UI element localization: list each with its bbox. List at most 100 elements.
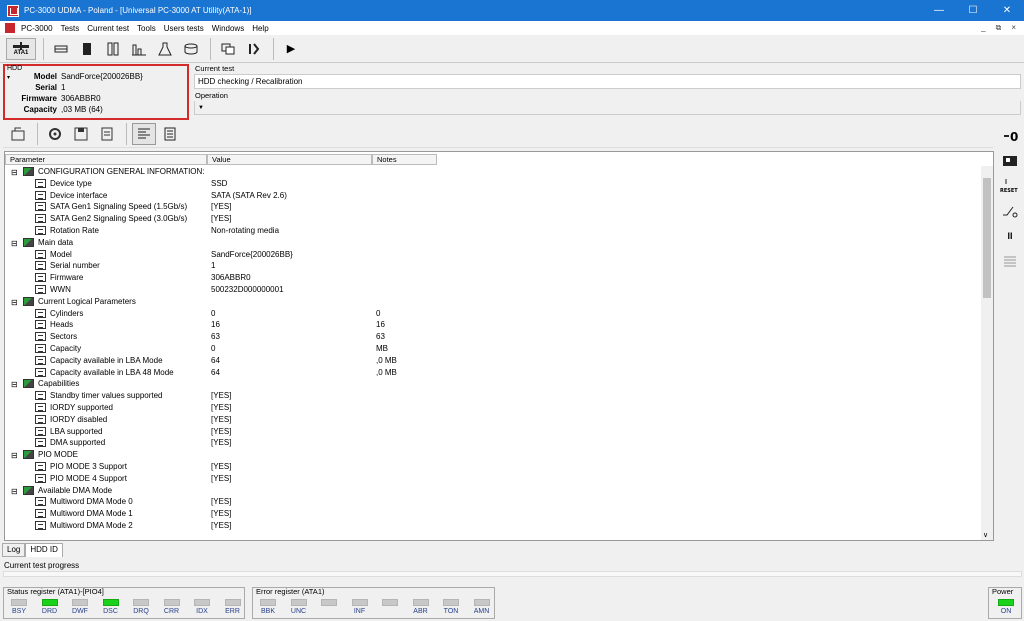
mdi-app-icon[interactable] [5,23,15,33]
windows-tool-button[interactable] [216,38,240,60]
chip-tool-button[interactable] [75,38,99,60]
pcb-button[interactable] [998,150,1022,172]
disk-tool-button[interactable] [179,38,203,60]
save-button[interactable] [69,123,93,145]
parameter-icon [35,225,46,235]
parameter-icon [35,473,46,483]
memory-tool-button[interactable] [101,38,125,60]
grid-row[interactable]: Capacity available in LBA Mode 64 ,0 MB [5,355,981,367]
grid-row[interactable]: PIO MODE 4 Support [YES] [5,473,981,485]
grid-row[interactable]: Cylinders 0 0 [5,308,981,320]
grid-row[interactable]: LBA supported [YES] [5,426,981,438]
current-test-field: HDD checking / Recalibration [194,74,1021,89]
error-register-led-lamp [321,599,337,606]
reset-button[interactable]: RESET [998,175,1022,197]
collapse-icon[interactable]: ⊟ [11,486,21,496]
operation-dropdown-icon[interactable]: ▼ [198,105,204,111]
grid-row[interactable]: Multiword DMA Mode 2 [YES] [5,520,981,532]
grid-row[interactable]: WWN 500232D000000001 [5,284,981,296]
grid-category-row[interactable]: ⊟ Available DMA Mode [5,485,981,497]
collapse-icon[interactable]: ⊟ [11,450,21,460]
grid-row[interactable]: Capacity 0 MB [5,343,981,355]
print-button[interactable] [95,123,119,145]
grid-row[interactable]: Rotation Rate Non-rotating media [5,225,981,237]
pause-button[interactable]: II [998,225,1022,247]
grid-row[interactable]: Model SandForce{200026BB} [5,249,981,261]
value-cell: SandForce{200026BB} [211,249,293,259]
collapse-icon[interactable]: ⊟ [11,379,21,389]
play-icon: ▶ [286,43,296,55]
head-map-button[interactable]: 0 [998,125,1022,147]
runner-icon [249,42,260,55]
menu-tests[interactable]: Tests [57,24,84,33]
collapse-icon[interactable]: ⊟ [11,167,21,177]
grid-category-row[interactable]: ⊟ PIO MODE [5,449,981,461]
grid-vertical-scrollbar[interactable]: ∨ [981,166,993,540]
settings-button[interactable] [43,123,67,145]
grid-category-row[interactable]: ⊟ CONFIGURATION GENERAL INFORMATION: [5,166,981,178]
grid-row[interactable]: PIO MODE 3 Support [YES] [5,461,981,473]
mdi-close-icon[interactable]: × [1011,23,1016,33]
status-register-led-lamp [133,599,149,606]
grid-row[interactable]: Multiword DMA Mode 0 [YES] [5,496,981,508]
current-test-progress: Current test progress [3,560,1022,578]
ata-port-button[interactable]: ATA1 [6,37,36,60]
menu-windows[interactable]: Windows [208,24,248,33]
grid-row[interactable]: IORDY disabled [YES] [5,414,981,426]
heads-tool-button[interactable] [153,38,177,60]
maximize-button[interactable]: ☐ [956,0,990,21]
grid-row[interactable]: Serial number 1 [5,260,981,272]
menu-help[interactable]: Help [248,24,272,33]
grid-row[interactable]: Capacity available in LBA 48 Mode 64 ,0 MB [5,367,981,379]
scrollbar-thumb[interactable] [983,178,991,298]
grid-row[interactable]: IORDY supported [YES] [5,402,981,414]
grid-row[interactable]: Heads 16 16 [5,319,981,331]
parameter-icon [35,461,46,471]
tab-hdd-id[interactable]: HDD ID [25,543,63,557]
align-left-button[interactable] [132,123,156,145]
play-button[interactable]: ▶ [279,38,303,60]
grid-category-row[interactable]: ⊟ Capabilities [5,378,981,390]
menu-tools[interactable]: Tools [133,24,160,33]
menu-current-test[interactable]: Current test [83,24,133,33]
close-button[interactable]: ✕ [990,0,1024,21]
list-view-button[interactable] [158,123,182,145]
mdi-minimize-icon[interactable]: _ [981,23,985,33]
current-test-panel: Current test HDD checking / Recalibratio… [194,64,1021,92]
collapse-icon[interactable]: ⊟ [11,297,21,307]
grid-category-row[interactable]: ⊟ Main data [5,237,981,249]
parameter-cell: Device interface [50,190,108,200]
mdi-restore-icon[interactable]: ⧉ [996,23,1002,33]
hdd-model-key: Model [33,72,57,81]
minimize-button[interactable]: — [922,0,956,21]
grid-category-row[interactable]: ⊟ Current Logical Parameters [5,296,981,308]
parameter-cell: Capacity available in LBA Mode [50,355,163,365]
grid-row[interactable]: SATA Gen2 Signaling Speed (3.0Gb/s) [YES] [5,213,981,225]
grid-row[interactable]: Standby timer values supported [YES] [5,390,981,402]
log-list-button[interactable] [998,250,1022,272]
collapse-icon[interactable]: ⊟ [11,238,21,248]
grid-row[interactable]: Multiword DMA Mode 1 [YES] [5,508,981,520]
hdd-capacity-value: ,03 MB (64) [61,105,103,114]
open-file-button[interactable] [6,123,30,145]
drive-icon [54,45,68,52]
chart-tool-button[interactable] [127,38,151,60]
column-header-notes[interactable]: Notes [372,154,437,165]
grid-row[interactable]: DMA supported [YES] [5,437,981,449]
run-script-button[interactable] [242,38,266,60]
grid-row[interactable]: Sectors 63 63 [5,331,981,343]
power-switch-button[interactable] [998,200,1022,222]
scroll-down-icon[interactable]: ∨ [983,531,988,539]
grid-row[interactable]: Firmware 306ABBR0 [5,272,981,284]
column-header-value[interactable]: Value [207,154,372,165]
menu-pc3000[interactable]: PC-3000 [17,24,57,33]
status-register-label: Status register (ATA1)-[PIO4] [7,587,104,596]
column-header-parameter[interactable]: Parameter [5,154,207,165]
grid-row[interactable]: Device type SSD [5,178,981,190]
menu-users-tests[interactable]: Users tests [160,24,208,33]
value-cell: [YES] [211,497,232,507]
grid-row[interactable]: SATA Gen1 Signaling Speed (1.5Gb/s) [YES] [5,201,981,213]
hdd-tool-button[interactable] [49,38,73,60]
grid-row[interactable]: Device interface SATA (SATA Rev 2.6) [5,190,981,202]
tab-log[interactable]: Log [2,543,26,557]
